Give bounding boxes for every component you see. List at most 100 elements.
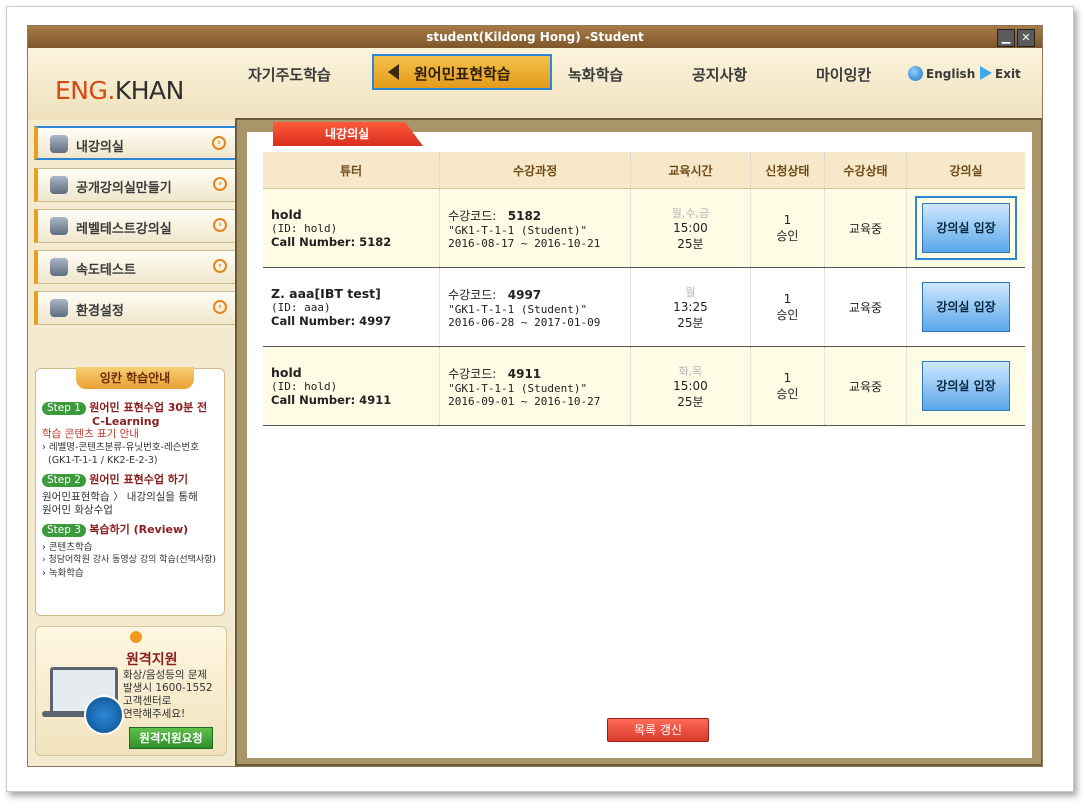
step1-note: 학습 콘텐츠 표기 안내 — [42, 428, 139, 440]
chevron-right-icon: › — [213, 300, 227, 314]
class-days: 월,수,금 — [671, 206, 710, 220]
exit-link[interactable]: Exit — [975, 66, 1021, 81]
computer-icon — [50, 217, 68, 235]
column-header: 튜터 — [263, 152, 440, 189]
enter-classroom-button[interactable]: 강의실 입장 — [922, 361, 1010, 411]
table-header-row: 튜터 수강과정 교육시간 신청상태 수강상태 강의실 — [263, 152, 1025, 189]
tutor-cell: hold (ID: hold) Call Number: 5182 — [263, 188, 440, 268]
logo: ENG.KHAN — [55, 76, 184, 105]
step3-item3: › 녹화학습 — [42, 568, 84, 579]
course-period: 2016-08-17 ~ 2016-10-21 — [448, 236, 601, 250]
chevron-right-icon: › — [213, 218, 227, 232]
remote-line2: 발생시 1600-1552 — [123, 682, 213, 694]
remote-support-title: 원격지원 — [126, 652, 178, 668]
step1-badge: Step 1 — [42, 402, 86, 415]
tutor-id: (ID: hold) — [271, 380, 338, 393]
sidebar-item-speed-test[interactable]: 속도테스트 › — [34, 250, 244, 284]
nav-recorded-study[interactable]: 녹화학습 — [568, 64, 623, 85]
main-content: 내강의실 튜터 수강과정 교육시간 신청상태 수강상태 강의실 hold (ID… — [235, 118, 1042, 766]
study-guide-title: 잉칸 학습안내 — [76, 367, 194, 389]
remote-line4: 연락해주세요! — [123, 708, 186, 720]
sync-icon — [84, 695, 124, 735]
apply-status-cell: 1 승인 — [749, 188, 825, 268]
classroom-cell: 강의실 입장 — [906, 346, 1025, 426]
tutor-name: hold — [271, 365, 302, 380]
remote-support-text: 화상/음성등의 문제 발생시 1600-1552 고객센터로 연락해주세요! — [123, 669, 213, 721]
table-row: hold (ID: hold) Call Number: 5182 수강코드: … — [263, 188, 1025, 268]
minimize-icon[interactable]: ▁ — [997, 29, 1015, 47]
bulb-icon — [130, 631, 142, 643]
close-icon[interactable]: ✕ — [1017, 29, 1035, 47]
course-code-label: 수강코드: — [448, 366, 497, 381]
refresh-list-button[interactable]: 목록 갱신 — [607, 718, 709, 742]
step3-item1: › 콘텐츠학습 — [42, 542, 93, 553]
nav-native-expression-label: 원어민표현학습 — [414, 65, 511, 83]
english-link[interactable]: English — [908, 66, 975, 81]
tutor-name: Z. aaa[IBT test] — [271, 286, 381, 301]
arrow-right-icon — [980, 66, 992, 80]
course-cell: 수강코드: 4911 "GK1-T-1-1 (Student)" 2016-09… — [439, 346, 631, 426]
english-label: English — [926, 67, 976, 81]
class-duration: 25분 — [677, 236, 704, 251]
chevron-right-icon: › — [212, 136, 226, 150]
course-name: "GK1-T-1-1 (Student)" — [448, 223, 588, 237]
enter-classroom-button[interactable]: 강의실 입장 — [922, 282, 1010, 332]
content-panel: 내강의실 튜터 수강과정 교육시간 신청상태 수강상태 강의실 hold (ID… — [247, 122, 1032, 758]
classroom-cell: 강의실 입장 — [906, 267, 1025, 347]
remote-support-button[interactable]: 원격지원요청 — [129, 727, 213, 749]
chevron-right-icon: › — [213, 259, 227, 273]
step2-line2: 원어민 화상수업 — [42, 504, 113, 516]
apply-status: 승인 — [776, 228, 799, 243]
class-duration: 25분 — [677, 394, 704, 409]
apply-count: 1 — [783, 370, 792, 385]
schedule-cell: 화,목 15:00 25분 — [630, 346, 751, 426]
nav-self-study[interactable]: 자기주도학습 — [248, 64, 331, 85]
apply-status: 승인 — [776, 386, 799, 401]
sidebar-item-open-classroom[interactable]: 공개강의실만들기 › — [34, 168, 244, 202]
step1-title: 원어민 표현수업 30분 전 — [89, 401, 208, 414]
nav-my-engkhan[interactable]: 마이잉칸 — [816, 64, 871, 85]
sidebar-item-label: 환경설정 — [76, 304, 124, 319]
tutor-cell: hold (ID: hold) Call Number: 4911 — [263, 346, 440, 426]
chart-icon — [50, 258, 68, 276]
tab-my-classroom[interactable]: 내강의실 — [273, 122, 423, 146]
column-header: 신청상태 — [749, 152, 825, 189]
column-header: 수강과정 — [439, 152, 631, 189]
highlight-box: 강의실 입장 — [915, 196, 1017, 260]
step2-title: 원어민 표현수업 하기 — [89, 473, 189, 486]
step3-title: 복습하기 (Review) — [89, 523, 189, 536]
table-row: hold (ID: hold) Call Number: 4911 수강코드: … — [263, 346, 1025, 426]
course-name: "GK1-T-1-1 (Student)" — [448, 381, 588, 395]
step1-detail: › 레벨명-콘텐츠분류-유닛번호-레슨번호 — [42, 442, 199, 453]
exit-label: Exit — [995, 67, 1021, 81]
step3-item2: › 청담어학원 강사 동영상 강의 학습(선택사항) — [42, 555, 216, 565]
globe-icon — [908, 66, 923, 81]
nav-native-expression[interactable]: 원어민표현학습 — [372, 54, 552, 90]
course-code-label: 수강코드: — [448, 287, 497, 302]
call-number: Call Number: 4911 — [271, 393, 392, 407]
course-code-label: 수강코드: — [448, 208, 497, 223]
sidebar-item-settings[interactable]: 환경설정 › — [34, 291, 244, 325]
course-cell: 수강코드: 4997 "GK1-T-1-1 (Student)" 2016-06… — [439, 267, 631, 347]
study-guide-body: Step 1 원어민 표현수업 30분 전 C-Learning 학습 콘텐츠 … — [42, 401, 220, 580]
schedule-cell: 월,수,금 15:00 25분 — [630, 188, 751, 268]
tutor-id: (ID: hold) — [271, 222, 338, 235]
sidebar-item-level-test[interactable]: 레벨테스트강의실 › — [34, 209, 244, 243]
app-window: student(Kildong Hong) -Student ▁ ✕ ENG.K… — [27, 25, 1043, 767]
class-time: 15:00 — [673, 378, 708, 393]
sidebar-item-my-classroom[interactable]: 내강의실 › — [34, 126, 244, 160]
call-number: Call Number: 5182 — [271, 235, 392, 249]
sidebar-item-label: 레벨테스트강의실 — [76, 222, 172, 237]
nav-notice[interactable]: 공지사항 — [692, 64, 747, 85]
arrow-left-icon — [388, 64, 399, 80]
sidebar-item-label: 내강의실 — [76, 140, 124, 155]
apply-count: 1 — [783, 291, 792, 306]
sidebar-item-label: 공개강의실만들기 — [76, 181, 172, 196]
logo-part2: KHAN — [114, 76, 185, 105]
column-header: 교육시간 — [630, 152, 751, 189]
course-period: 2016-06-28 ~ 2017-01-09 — [448, 315, 601, 329]
study-guide-panel: 잉칸 학습안내 Step 1 원어민 표현수업 30분 전 C-Learning… — [35, 367, 225, 616]
enrollment-status: 교육중 — [823, 267, 907, 347]
class-time: 15:00 — [673, 220, 708, 235]
enter-classroom-button[interactable]: 강의실 입장 — [922, 203, 1010, 253]
